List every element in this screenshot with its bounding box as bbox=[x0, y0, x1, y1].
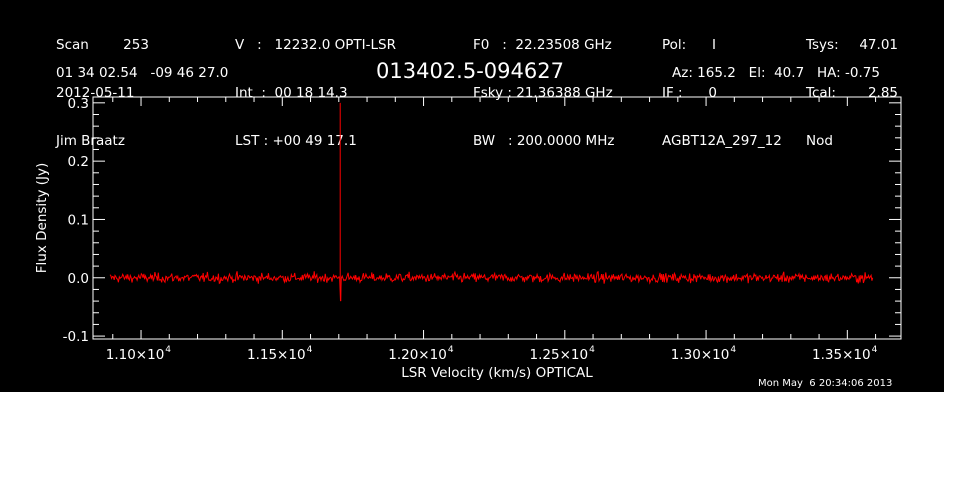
y-tick-label: -0.1 bbox=[63, 329, 89, 345]
plot-frame bbox=[92, 96, 902, 340]
y-axis-label: Flux Density (Jy) bbox=[34, 163, 50, 273]
x-tick-label: 1.35×10 bbox=[812, 347, 871, 363]
x-tick-label: 1.25×10 bbox=[530, 347, 589, 363]
y-tick-label: 0.1 bbox=[68, 212, 89, 228]
x-tick-exponent: 4 bbox=[448, 345, 454, 355]
y-tick-label: 0.2 bbox=[68, 154, 89, 170]
x-axis-label: LSR Velocity (km/s) OPTICAL bbox=[401, 365, 593, 381]
x-tick-label: 1.10×10 bbox=[106, 347, 165, 363]
x-tick-label: 1.15×10 bbox=[247, 347, 306, 363]
y-tick-label: 0.3 bbox=[68, 96, 89, 112]
spectrum-line bbox=[109, 270, 874, 302]
x-tick-label: 1.30×10 bbox=[671, 347, 730, 363]
x-tick-exponent: 4 bbox=[165, 345, 171, 355]
x-tick-exponent: 4 bbox=[872, 345, 878, 355]
x-tick-label: 1.20×10 bbox=[388, 347, 447, 363]
spectrum-chart: 1.10×10 4 1.15×10 4 1.20×10 4 1.25×10 4 1.30×10 4… bbox=[34, 96, 902, 381]
ticks-layer: 1.10×10 4 1.15×10 4 1.20×10 4 1.25×10 4 1.30×10 4… bbox=[63, 96, 901, 363]
x-tick-exponent: 4 bbox=[589, 345, 595, 355]
x-tick-exponent: 4 bbox=[730, 345, 736, 355]
x-tick-exponent: 4 bbox=[307, 345, 313, 355]
data-layer bbox=[109, 102, 874, 302]
y-tick-label: 0.0 bbox=[68, 271, 89, 287]
